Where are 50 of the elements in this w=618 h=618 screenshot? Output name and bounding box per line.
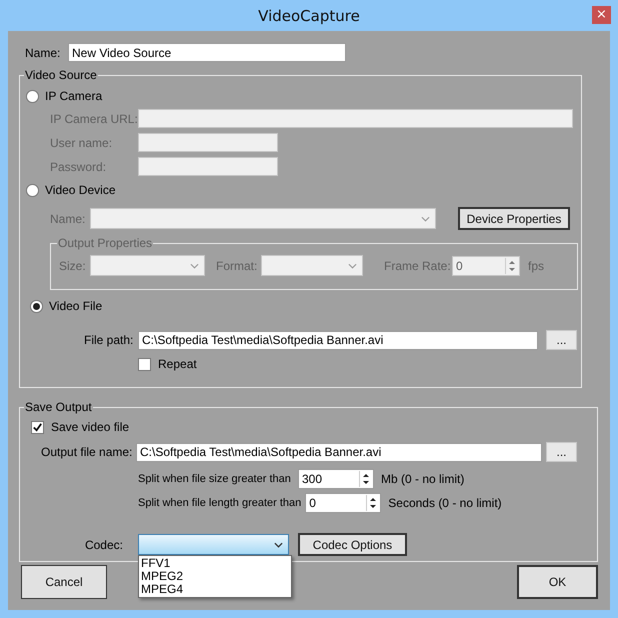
browse-button[interactable]: ... bbox=[546, 330, 577, 350]
device-combo[interactable] bbox=[90, 208, 436, 229]
split-spinner[interactable]: 0 bbox=[305, 493, 382, 513]
radio-label: Video File bbox=[49, 299, 102, 313]
output-file-field[interactable]: C:\Softpedia Test\media\Softpedia Banner.avi bbox=[136, 442, 542, 462]
codec-label: Codec: bbox=[84, 538, 124, 552]
ok-button[interactable]: OK bbox=[517, 565, 598, 599]
checkbox-label: Repeat bbox=[158, 357, 197, 371]
chevron-icon bbox=[274, 542, 283, 548]
video-file-radio[interactable] bbox=[30, 300, 43, 312]
repeat-checkbox[interactable] bbox=[138, 358, 151, 370]
device-name-label: Name: bbox=[50, 212, 86, 226]
chevron-icon bbox=[190, 263, 199, 269]
ip-camera-radio[interactable] bbox=[26, 90, 39, 102]
split-label: Split when file length greater than bbox=[138, 497, 302, 509]
browse-button[interactable]: ... bbox=[546, 442, 577, 462]
codec-option[interactable]: FFV1 bbox=[141, 557, 289, 570]
file-path-field[interactable]: C:\Softpedia Test\media\Softpedia Banner.avi bbox=[138, 330, 538, 350]
radio-label: IP Camera bbox=[45, 89, 102, 103]
size-label: Size: bbox=[59, 258, 87, 272]
group-label: Save Output bbox=[24, 400, 93, 414]
name-field[interactable]: New Video Source bbox=[68, 43, 346, 62]
save-video-checkbox[interactable] bbox=[31, 420, 44, 434]
chevron-icon bbox=[348, 263, 357, 269]
unit-label: Mb (0 - no limit) bbox=[381, 472, 464, 486]
name-label: Name: bbox=[25, 46, 62, 60]
group-label: Output Properties bbox=[57, 236, 154, 250]
split-label: Split when file size greater than bbox=[138, 473, 292, 485]
unit-label: Seconds (0 - no limit) bbox=[388, 496, 502, 510]
format-label: Format: bbox=[216, 258, 258, 272]
codec-option[interactable]: MPEG2 bbox=[141, 570, 289, 583]
chevron-icon bbox=[421, 216, 430, 222]
checkbox-label: Save video file bbox=[51, 420, 130, 434]
field-label: Password: bbox=[50, 160, 108, 174]
radio-label: Video Device bbox=[45, 183, 116, 197]
frame-rate-label: Frame Rate: bbox=[384, 258, 452, 272]
format-combo[interactable] bbox=[261, 255, 363, 276]
field-label: User name: bbox=[50, 136, 114, 150]
field-label: IP Camera URL: bbox=[50, 112, 138, 126]
output-file-label: Output file name: bbox=[41, 445, 134, 459]
close-button[interactable]: × bbox=[592, 6, 611, 24]
size-combo[interactable] bbox=[90, 255, 205, 276]
window-title: VideoCapture bbox=[258, 6, 360, 24]
codec-option[interactable]: MPEG4 bbox=[141, 583, 289, 596]
group-label: Video Source bbox=[24, 68, 98, 82]
split-spinner[interactable]: 300 bbox=[298, 469, 374, 489]
cancel-button[interactable]: Cancel bbox=[21, 565, 107, 599]
fps-label: fps bbox=[528, 258, 544, 272]
file-path-label: File path: bbox=[84, 333, 134, 347]
codec-options-button[interactable]: Codec Options bbox=[298, 533, 407, 556]
